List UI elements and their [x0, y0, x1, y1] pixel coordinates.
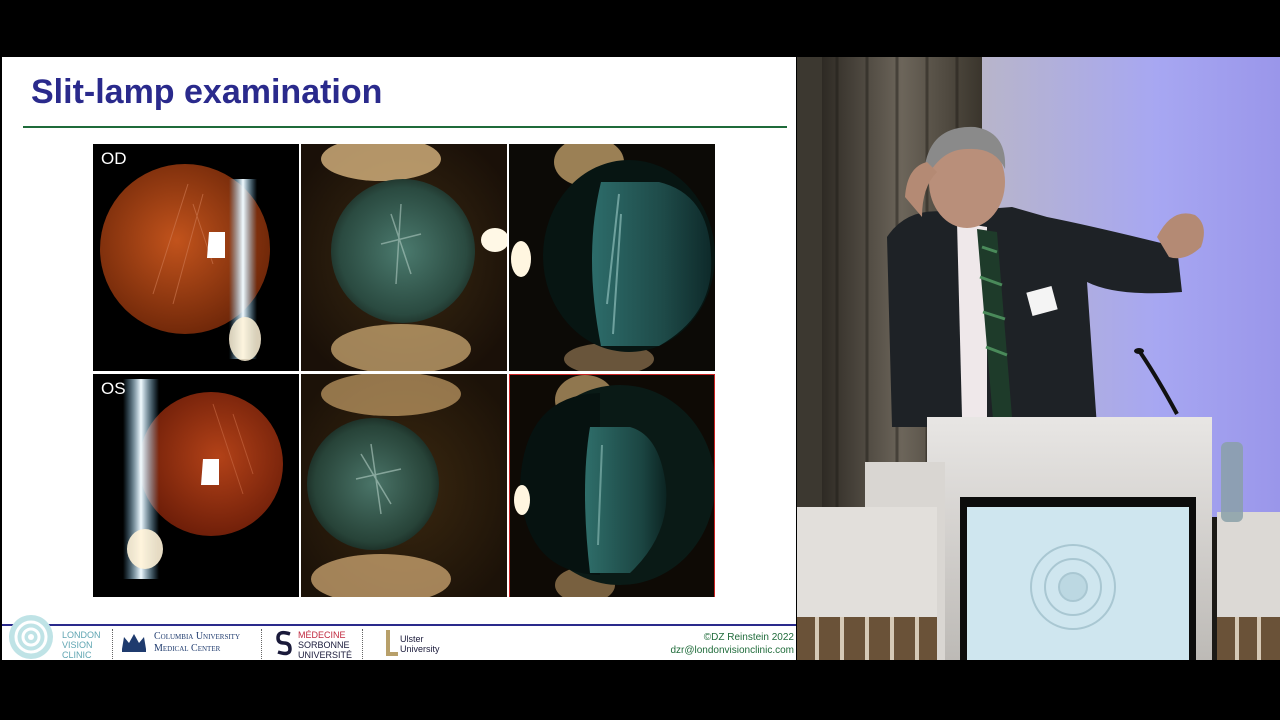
os-diffuse-image [301, 374, 507, 601]
slit-lamp-image-grid: OD OS [93, 144, 715, 601]
london-vision-clinic-logo-text: LONDON VISION CLINIC [62, 630, 101, 660]
sorbonne-logo-text: MÉDECINE SORBONNE UNIVERSITÉ [298, 630, 353, 660]
od-slit-beam-image [509, 144, 715, 371]
slide-footer: LONDON VISION CLINIC Columbia University… [2, 597, 796, 660]
speaker-video-feed [797, 57, 1280, 660]
london-vision-clinic-logo-icon [9, 615, 53, 659]
footer-line [2, 624, 796, 626]
slide-title: Slit-lamp examination [31, 73, 383, 111]
ulster-logo-text: Ulster University [400, 634, 440, 654]
od-diffuse-image [301, 144, 507, 371]
columbia-crown-icon [122, 634, 146, 652]
presentation-slide: Slit-lamp examination OD OS LONDON VISIO… [2, 57, 796, 660]
footer-divider [112, 629, 113, 659]
sorbonne-s-icon [276, 630, 292, 656]
title-rule [23, 126, 787, 128]
footer-divider [261, 629, 262, 659]
footer-divider [362, 629, 363, 659]
copyright-text: ©DZ Reinstein 2022 [703, 632, 794, 643]
od-label: OD [101, 149, 127, 168]
os-slit-beam-image [509, 374, 715, 601]
od-retroillumination-image: OD [93, 144, 299, 371]
os-label: OS [101, 379, 126, 398]
email-text: dzr@londonvisionclinic.com [670, 645, 794, 656]
columbia-logo-text: Columbia University Medical Center [154, 631, 240, 654]
ulster-logo-icon [386, 630, 398, 656]
slide-credit: ©DZ Reinstein 2022 dzr@londonvisionclini… [670, 631, 794, 657]
os-retroillumination-image: OS [93, 374, 299, 601]
